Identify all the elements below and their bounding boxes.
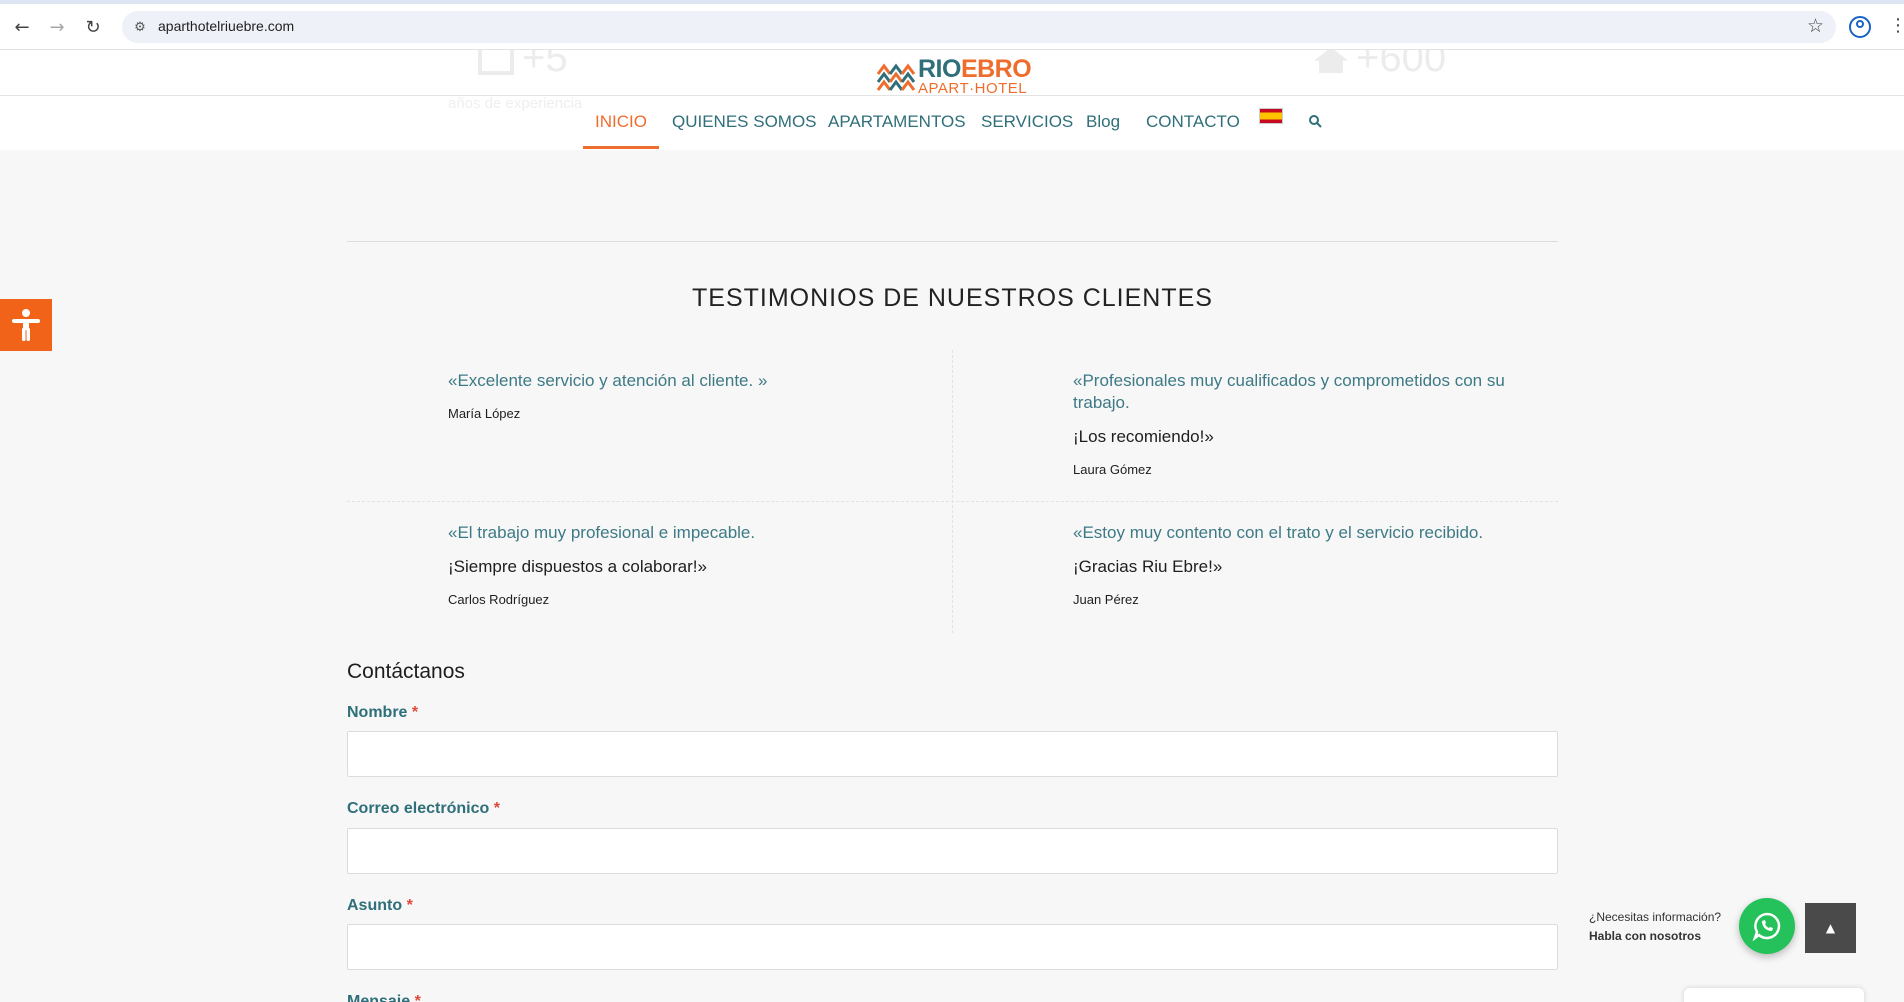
- logo-wordmark: RIOEBRO: [918, 55, 1032, 83]
- spain-flag-icon[interactable]: [1259, 108, 1283, 124]
- testimonial-quote: «Estoy muy contento con el trato y el se…: [1073, 523, 1484, 542]
- accessibility-button[interactable]: [0, 299, 52, 351]
- testimonial-quote: «Excelente servicio y atención al client…: [448, 371, 768, 390]
- whatsapp-prompt-line1: ¿Necesitas información?: [1589, 910, 1722, 924]
- chevron-up-icon: ▲: [1825, 921, 1836, 935]
- testimonial-card: «Profesionales muy cualificados y compro…: [1073, 370, 1533, 477]
- testimonial-author: Juan Pérez: [1073, 592, 1139, 607]
- site-logo[interactable]: RIOEBRO APART·HOTEL: [876, 55, 1032, 97]
- testimonial-author: Carlos Rodríguez: [448, 592, 550, 607]
- profile-icon[interactable]: [1849, 16, 1871, 38]
- back-arrow-icon[interactable]: ←: [9, 14, 35, 40]
- search-icon[interactable]: [1308, 114, 1322, 128]
- nav-item-servicios[interactable]: SERVICIOS: [981, 112, 1073, 132]
- nav-item-apartamentos[interactable]: APARTAMENTOS: [828, 112, 966, 132]
- forward-arrow-icon[interactable]: →: [44, 14, 70, 40]
- main-navigation: INICIO QUIENES SOMOS APARTAMENTOS SERVIC…: [0, 112, 1904, 140]
- grid-vertical-divider: [952, 350, 953, 633]
- name-label: Nombre *: [347, 704, 419, 721]
- logo-subtitle: APART·HOTEL: [918, 80, 1028, 97]
- whatsapp-icon: [1752, 912, 1781, 942]
- testimonial-card: «El trabajo muy profesional e impecable.…: [448, 522, 908, 607]
- testimonial-extra: ¡Siempre dispuestos a colaborar!»: [448, 557, 707, 576]
- reload-icon[interactable]: ↻: [80, 14, 106, 40]
- whatsapp-prompt-line2: Habla con nosotros: [1589, 929, 1702, 943]
- email-field[interactable]: [347, 828, 1558, 874]
- section-divider: [347, 241, 1558, 242]
- browser-menu-icon[interactable]: ⋮: [1889, 15, 1904, 36]
- site-info-icon[interactable]: ⚙: [130, 17, 150, 37]
- testimonial-quote: «Profesionales muy cualificados y compro…: [1073, 371, 1505, 412]
- nav-item-quienes-somos[interactable]: QUIENES SOMOS: [672, 112, 817, 132]
- ghost-stat-2: +600: [1314, 50, 1446, 81]
- testimonial-card: «Estoy muy contento con el trato y el se…: [1073, 522, 1533, 607]
- ghost-stat-1-label: años de experiencia: [448, 95, 583, 112]
- nav-active-underline: [583, 146, 659, 149]
- address-bar[interactable]: ⚙ aparthotelriuebre.com ☆: [122, 11, 1836, 43]
- testimonial-extra: ¡Los recomiendo!»: [1073, 427, 1214, 446]
- email-label: Correo electrónico *: [347, 800, 500, 817]
- cookie-widget[interactable]: [1684, 988, 1864, 1002]
- accessibility-icon: [12, 309, 40, 341]
- subject-label: Asunto *: [347, 897, 413, 914]
- scroll-to-top-button[interactable]: ▲: [1805, 903, 1856, 953]
- contact-title: Contáctanos: [347, 660, 465, 683]
- testimonials-grid: «Excelente servicio y atención al client…: [347, 350, 1558, 633]
- url-text[interactable]: aparthotelriuebre.com: [158, 18, 294, 34]
- header-divider: [0, 95, 1904, 96]
- message-label: Mensaje *: [347, 993, 421, 1002]
- testimonial-author: María López: [448, 406, 521, 421]
- nav-item-contacto[interactable]: CONTACTO: [1146, 112, 1240, 132]
- whatsapp-button[interactable]: [1739, 898, 1795, 954]
- testimonial-card: «Excelente servicio y atención al client…: [448, 370, 908, 421]
- nav-item-inicio[interactable]: INICIO: [595, 112, 647, 132]
- testimonial-quote: «El trabajo muy profesional e impecable.: [448, 523, 756, 542]
- testimonial-extra: ¡Gracias Riu Ebre!»: [1073, 557, 1223, 576]
- nav-item-blog[interactable]: Blog: [1086, 112, 1120, 132]
- name-field[interactable]: [347, 731, 1558, 777]
- whatsapp-prompt[interactable]: ¿Necesitas información? Habla con nosotr…: [1589, 908, 1721, 946]
- ghost-stat-1: +5: [478, 50, 568, 81]
- logo-chevrons-icon: [876, 63, 916, 91]
- testimonial-author: Laura Gómez: [1073, 462, 1152, 477]
- browser-toolbar: ← → ↻ ⚙ aparthotelriuebre.com ☆ ⋮: [0, 4, 1904, 50]
- grid-horizontal-divider: [347, 501, 1558, 502]
- testimonials-title: TESTIMONIOS DE NUESTROS CLIENTES: [692, 284, 1213, 312]
- site-header: +5 años de experiencia +600 RIOEBRO APAR…: [0, 50, 1904, 150]
- bookmark-star-icon[interactable]: ☆: [1807, 15, 1824, 37]
- subject-field[interactable]: [347, 924, 1558, 970]
